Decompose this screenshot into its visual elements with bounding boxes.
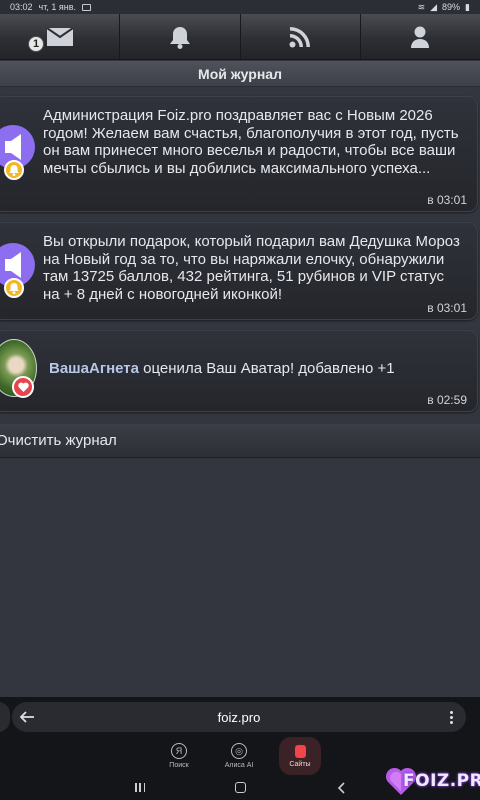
tab-switcher-handle[interactable] bbox=[0, 702, 10, 732]
status-date: чт, 1 янв. bbox=[38, 2, 76, 12]
entry-username[interactable]: ВашаАгнета bbox=[49, 360, 139, 377]
url-text: foiz.pro bbox=[217, 709, 261, 725]
entry-text: Администрация Foiz.pro поздравляет вас с… bbox=[43, 107, 459, 177]
yandex-icon: Я bbox=[171, 743, 187, 759]
tab-sites[interactable]: Сайты bbox=[279, 737, 321, 775]
entry-time: в 03:01 bbox=[427, 193, 467, 207]
tab-search-label: Поиск bbox=[169, 762, 189, 769]
battery-icon: ▮ bbox=[465, 1, 470, 12]
user-icon bbox=[411, 26, 430, 48]
journal-entry[interactable]: Администрация Foiz.pro поздравляет вас с… bbox=[0, 96, 478, 212]
entry-time: в 03:01 bbox=[427, 301, 467, 315]
tab-notifications[interactable] bbox=[120, 14, 241, 59]
envelope-icon bbox=[46, 27, 73, 46]
messages-badge: 1 bbox=[28, 36, 44, 52]
signal-icon: ◢ bbox=[430, 1, 438, 12]
tab-profile[interactable] bbox=[361, 14, 480, 59]
journal-entry[interactable]: ВашаАгнета оценила Ваш Аватар! добавлено… bbox=[0, 330, 478, 412]
browser-toolbar: foiz.pro bbox=[0, 697, 480, 737]
back-icon[interactable] bbox=[337, 781, 345, 794]
screenshot-icon bbox=[81, 3, 91, 11]
entry-text: ВашаАгнета оценила Ваш Аватар! добавлено… bbox=[49, 360, 463, 378]
clear-journal-button[interactable]: Очистить журнал bbox=[0, 424, 480, 458]
top-nav: 1 bbox=[0, 14, 480, 60]
address-bar[interactable]: foiz.pro bbox=[12, 702, 466, 732]
bell-icon bbox=[4, 278, 24, 298]
wifi-icon: ≋ bbox=[417, 1, 426, 12]
back-arrow-icon[interactable] bbox=[20, 711, 34, 723]
home-icon[interactable] bbox=[235, 782, 247, 793]
battery-level: 89% bbox=[442, 2, 461, 12]
tab-messages[interactable]: 1 bbox=[0, 14, 121, 59]
foiz-logo: FOIZ.PRO bbox=[385, 766, 480, 796]
entry-message: оценила Ваш Аватар! добавлено +1 bbox=[139, 360, 395, 377]
entry-text: Вы открыли подарок, который подарил вам … bbox=[43, 233, 460, 303]
heart-icon bbox=[12, 376, 34, 398]
tab-search[interactable]: Я Поиск bbox=[159, 737, 199, 775]
bell-icon bbox=[169, 26, 190, 49]
tab-feed[interactable] bbox=[241, 14, 361, 59]
tab-alice[interactable]: ◎ Алиса AI bbox=[219, 737, 259, 775]
journal-entry[interactable]: Вы открыли подарок, который подарил вам … bbox=[0, 222, 478, 320]
tab-sites-label: Сайты bbox=[289, 760, 311, 768]
tab-alice-label: Алиса AI bbox=[224, 762, 254, 769]
sites-icon bbox=[294, 744, 306, 758]
clear-journal-label: Очистить журнал bbox=[0, 432, 117, 449]
entry-time: в 02:59 bbox=[427, 393, 467, 407]
status-bar: 03:02 чт, 1 янв. ≋ ◢ 89% ▮ bbox=[0, 0, 480, 14]
page-title: Мой журнал bbox=[0, 61, 480, 87]
logo-text: FOIZ.PRO bbox=[403, 771, 480, 791]
rss-icon bbox=[289, 26, 311, 47]
recent-apps-icon[interactable] bbox=[135, 783, 146, 792]
bell-icon bbox=[4, 160, 24, 180]
more-menu-icon[interactable] bbox=[450, 711, 454, 726]
alice-icon: ◎ bbox=[231, 743, 247, 759]
status-time: 03:02 bbox=[10, 2, 33, 12]
